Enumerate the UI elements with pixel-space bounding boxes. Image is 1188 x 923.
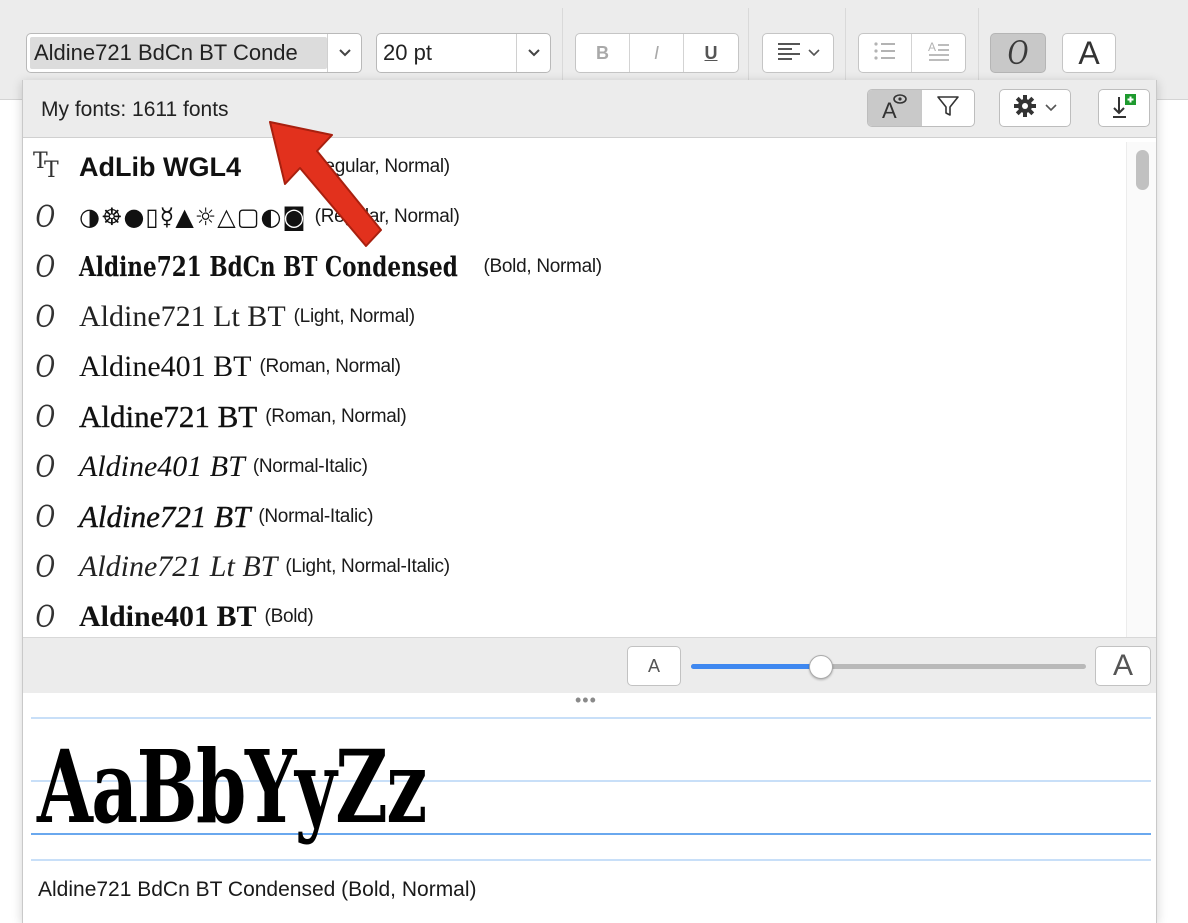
slider-knob[interactable] <box>809 655 834 679</box>
filter-button[interactable] <box>922 90 975 126</box>
decrease-size-button[interactable]: A <box>627 646 681 686</box>
bullet-list-button[interactable] <box>859 34 913 72</box>
view-filter-group: A <box>867 89 975 127</box>
line-spacing-button[interactable]: A <box>912 34 965 72</box>
increase-size-button[interactable]: A <box>1095 646 1151 686</box>
font-preview-sample: AaBbYyZz <box>37 728 427 846</box>
font-name: Aldine721 Lt BT <box>79 550 278 583</box>
italic-button[interactable]: I <box>630 34 684 72</box>
font-preview-icon: A <box>879 91 909 126</box>
alignment-button[interactable] <box>762 33 834 73</box>
opentype-icon: O <box>35 549 56 585</box>
font-list-item[interactable]: O Aldine401 BT (Normal-Italic) <box>23 442 1126 492</box>
opentype-icon: O <box>35 499 56 535</box>
svg-text:A: A <box>928 40 936 54</box>
opentype-icon: O <box>1007 34 1029 72</box>
text-style-group: B I U <box>575 33 739 73</box>
font-list-scrollbar[interactable] <box>1126 142 1156 638</box>
font-name: AdLib WGL4 <box>79 151 241 182</box>
opentype-icon: O <box>35 249 56 285</box>
align-left-icon <box>776 41 802 66</box>
font-style: (Bold) <box>264 606 314 627</box>
opentype-icon: O <box>35 599 56 635</box>
font-name: Aldine401 BT <box>79 600 257 633</box>
font-style: (Normal-Italic) <box>252 456 368 477</box>
font-list-item[interactable]: O Aldine721 BT (Normal-Italic) <box>23 492 1126 542</box>
opentype-icon: O <box>35 199 56 235</box>
font-family-value: Aldine721 BdCn BT Conde <box>30 37 327 69</box>
font-style: (Bold, Normal) <box>483 256 603 277</box>
slider-fill <box>691 664 822 669</box>
opentype-icon: O <box>35 349 56 385</box>
font-panel-header: My fonts: 1611 fonts A <box>23 80 1156 138</box>
font-name: Aldine401 BT <box>79 450 245 483</box>
descender-guide <box>31 859 1151 861</box>
font-list-item[interactable]: TT AdLib WGL4 (Regular, Normal) <box>23 142 1126 192</box>
font-count-label: My fonts: 1611 fonts <box>41 98 229 121</box>
install-font-icon <box>1110 92 1138 125</box>
font-preview-toggle[interactable]: A <box>868 90 922 126</box>
bullet-list-icon <box>873 40 897 67</box>
preview-size-bar: A A <box>23 637 1156 693</box>
fonts-panel-button[interactable]: O <box>990 33 1046 73</box>
font-name: ◑☸●▯☿▲☼△▢◐◙ <box>79 203 307 231</box>
font-list-item[interactable]: O Aldine721 Lt BT (Light, Normal-Italic) <box>23 542 1126 592</box>
font-name: Aldine401 BT <box>79 350 252 383</box>
ascender-guide <box>31 717 1151 719</box>
filter-icon <box>936 94 960 123</box>
font-list-item[interactable]: O Aldine401 BT (Roman, Normal) <box>23 342 1126 392</box>
preview-size-slider[interactable] <box>691 664 1086 669</box>
font-list[interactable]: TT AdLib WGL4 (Regular, Normal) O ◑☸●▯☿▲… <box>23 142 1126 638</box>
font-style: (Roman, Normal) <box>265 406 407 427</box>
opentype-icon: O <box>35 449 56 485</box>
font-style: (Light, Normal-Italic) <box>285 556 450 577</box>
chevron-down-icon <box>808 44 820 62</box>
resize-handle[interactable]: ••• <box>575 690 597 711</box>
line-spacing-icon: A <box>927 40 951 67</box>
install-font-button[interactable] <box>1098 89 1150 127</box>
font-list-item[interactable]: O Aldine401 BT (Bold) <box>23 592 1126 638</box>
font-size-select[interactable]: 20 pt <box>376 33 551 73</box>
font-family-select[interactable]: Aldine721 BdCn BT Conde <box>26 33 362 73</box>
text-color-button[interactable]: A <box>1062 33 1116 73</box>
font-name: Aldine721 BT <box>79 499 251 534</box>
underline-button[interactable]: U <box>684 34 738 72</box>
chevron-down-icon[interactable] <box>516 34 550 72</box>
bold-button[interactable]: B <box>576 34 630 72</box>
font-style: (Normal-Italic) <box>258 506 374 527</box>
opentype-icon: O <box>35 399 56 435</box>
gear-icon <box>1013 94 1037 123</box>
font-style: (Regular, Normal) <box>304 156 450 177</box>
chevron-down-icon <box>1045 99 1057 117</box>
font-style: (Roman, Normal) <box>259 356 402 377</box>
font-style: (Light, Normal) <box>293 306 415 327</box>
list-format-group: A <box>858 33 966 73</box>
scrollbar-thumb[interactable] <box>1136 150 1149 190</box>
font-list-item[interactable]: O Aldine721 BT (Roman, Normal) <box>23 392 1126 442</box>
font-name: Aldine721 BdCn BT Condensed <box>79 251 458 283</box>
font-preview-caption: Aldine721 BdCn BT Condensed (Bold, Norma… <box>38 878 477 901</box>
font-name: Aldine721 Lt BT <box>79 300 286 333</box>
font-list-item[interactable]: O Aldine721 Lt BT (Light, Normal) <box>23 292 1126 342</box>
font-style: (Regular, Normal) <box>314 206 460 227</box>
chevron-down-icon[interactable] <box>327 34 361 72</box>
truetype-icon: TT <box>33 149 59 183</box>
settings-button[interactable] <box>999 89 1071 127</box>
font-list-item[interactable]: O Aldine721 BdCn BT Condensed (Bold, Nor… <box>23 242 1126 292</box>
font-name: Aldine721 BT <box>79 399 258 434</box>
font-list-item[interactable]: O ◑☸●▯☿▲☼△▢◐◙ (Regular, Normal) <box>23 192 1126 242</box>
opentype-icon: O <box>35 299 56 335</box>
font-size-value: 20 pt <box>383 40 432 65</box>
font-picker-panel: My fonts: 1611 fonts A T T AdLib WGL4 (R… <box>22 80 1157 923</box>
